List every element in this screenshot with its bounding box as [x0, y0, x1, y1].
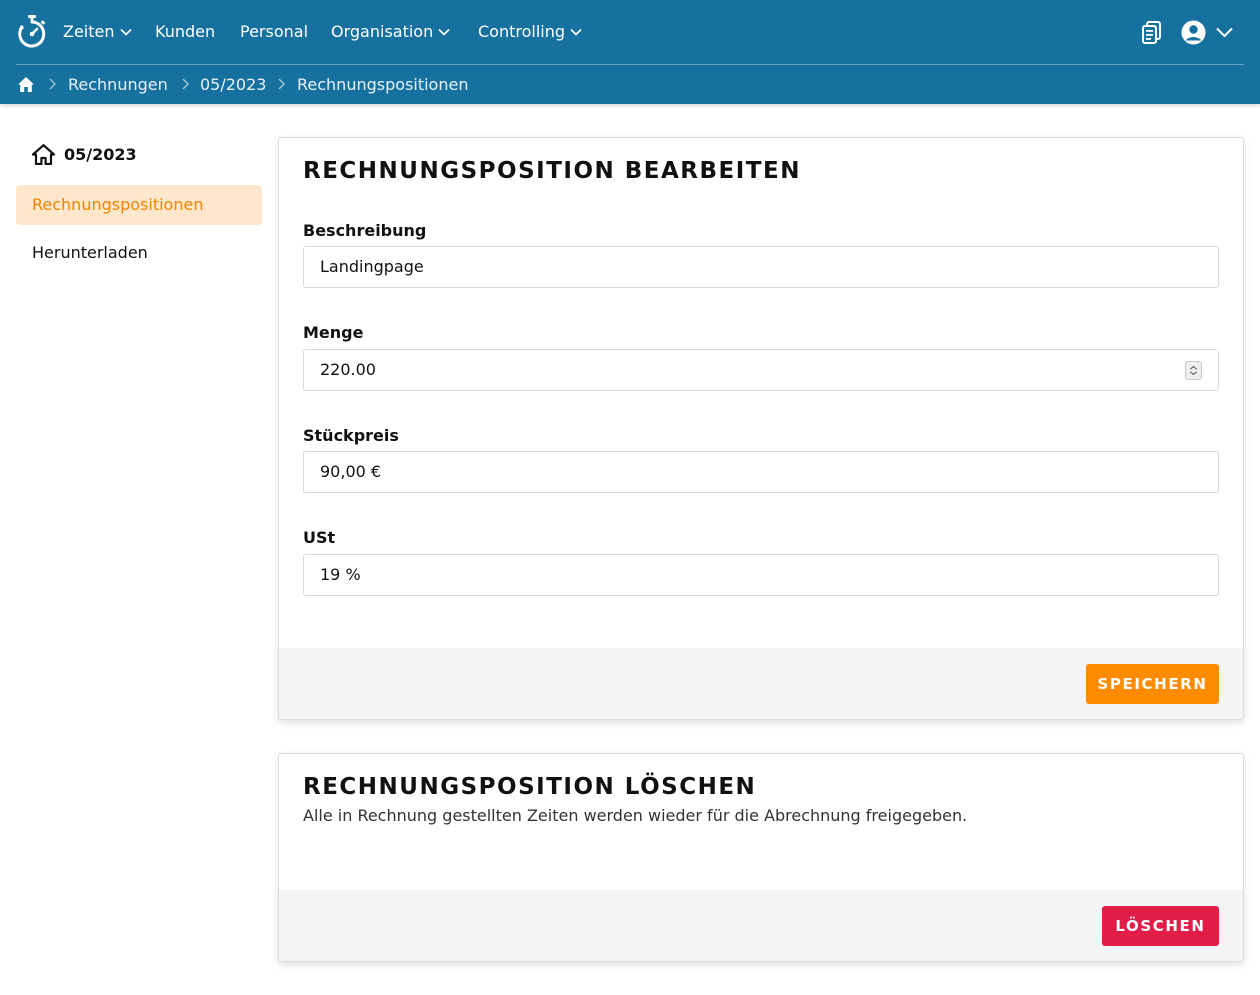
chevron-down-icon [1216, 27, 1233, 37]
menge-value: 220.00 [320, 360, 376, 379]
nav-controlling-label: Controlling [478, 22, 566, 41]
chevron-right-icon [182, 78, 189, 90]
user-circle-icon [1181, 20, 1206, 44]
chevron-down-icon [570, 28, 582, 36]
nav-organisation[interactable]: Organisation [331, 21, 450, 43]
nav-kunden-label: Kunden [155, 22, 216, 41]
delete-position-card: RECHNUNGSPOSITION LÖSCHEN Alle in Rechnu… [278, 753, 1244, 962]
sidebar-header: 05/2023 [32, 144, 137, 165]
ust-input[interactable]: 19 % [303, 554, 1219, 596]
beschreibung-input[interactable]: Landingpage [303, 246, 1219, 288]
nav-kunden[interactable]: Kunden [155, 21, 215, 43]
main-nav: Zeiten Kunden Personal Organisation Cont… [0, 0, 1260, 64]
stueckpreis-input[interactable]: 90,00 € [303, 451, 1219, 493]
menge-label: Menge [303, 323, 364, 342]
ust-label: USt [303, 528, 336, 547]
breadcrumb-invoice[interactable]: 05/2023 [200, 75, 266, 95]
nav-personal-label: Personal [240, 22, 309, 41]
menge-input[interactable]: 220.00 [303, 349, 1219, 391]
home-icon [32, 144, 55, 165]
sidebar-title: 05/2023 [64, 145, 137, 164]
ust-value: 19 % [320, 565, 361, 584]
chevron-right-icon [278, 78, 285, 90]
sidebar-item-label: Herunterladen [32, 243, 148, 262]
chevron-down-icon [438, 28, 450, 36]
home-icon[interactable] [17, 76, 35, 93]
sidebar-item-label: Rechnungspositionen [32, 195, 204, 214]
sidebar-item-rechnungspositionen[interactable]: Rechnungspositionen [16, 185, 262, 225]
nav-zeiten-label: Zeiten [63, 22, 115, 41]
stueckpreis-value: 90,00 € [320, 462, 382, 481]
chevron-right-icon [49, 78, 56, 90]
nav-organisation-label: Organisation [331, 22, 434, 41]
edit-card-footer: SPEICHERN [279, 648, 1243, 719]
chevron-down-icon [119, 28, 132, 36]
delete-description: Alle in Rechnung gestellten Zeiten werde… [303, 806, 968, 825]
sidebar-item-herunterladen[interactable]: Herunterladen [16, 233, 262, 273]
delete-button[interactable]: LÖSCHEN [1102, 906, 1219, 946]
stopwatch-logo-icon[interactable] [17, 15, 47, 49]
user-menu[interactable] [1181, 19, 1235, 45]
top-navigation-bar: Zeiten Kunden Personal Organisation Cont… [0, 0, 1260, 104]
delete-card-title: RECHNUNGSPOSITION LÖSCHEN [303, 774, 757, 800]
clipboard-icon[interactable] [1142, 21, 1162, 44]
breadcrumb: Rechnungen 05/2023 Rechnungspositionen [0, 65, 1260, 104]
nav-personal[interactable]: Personal [240, 21, 308, 43]
nav-zeiten[interactable]: Zeiten [63, 21, 132, 43]
edit-card-title: RECHNUNGSPOSITION BEARBEITEN [303, 158, 801, 184]
save-button[interactable]: SPEICHERN [1086, 664, 1219, 704]
breadcrumb-rechnungen[interactable]: Rechnungen [68, 75, 168, 95]
delete-card-footer: LÖSCHEN [279, 890, 1243, 961]
number-stepper-icon[interactable] [1185, 361, 1202, 380]
stueckpreis-label: Stückpreis [303, 426, 399, 445]
breadcrumb-current: Rechnungspositionen [297, 75, 469, 94]
beschreibung-value: Landingpage [320, 257, 424, 276]
beschreibung-label: Beschreibung [303, 221, 427, 240]
edit-position-card: RECHNUNGSPOSITION BEARBEITEN Beschreibun… [278, 137, 1244, 720]
nav-controlling[interactable]: Controlling [478, 21, 582, 43]
